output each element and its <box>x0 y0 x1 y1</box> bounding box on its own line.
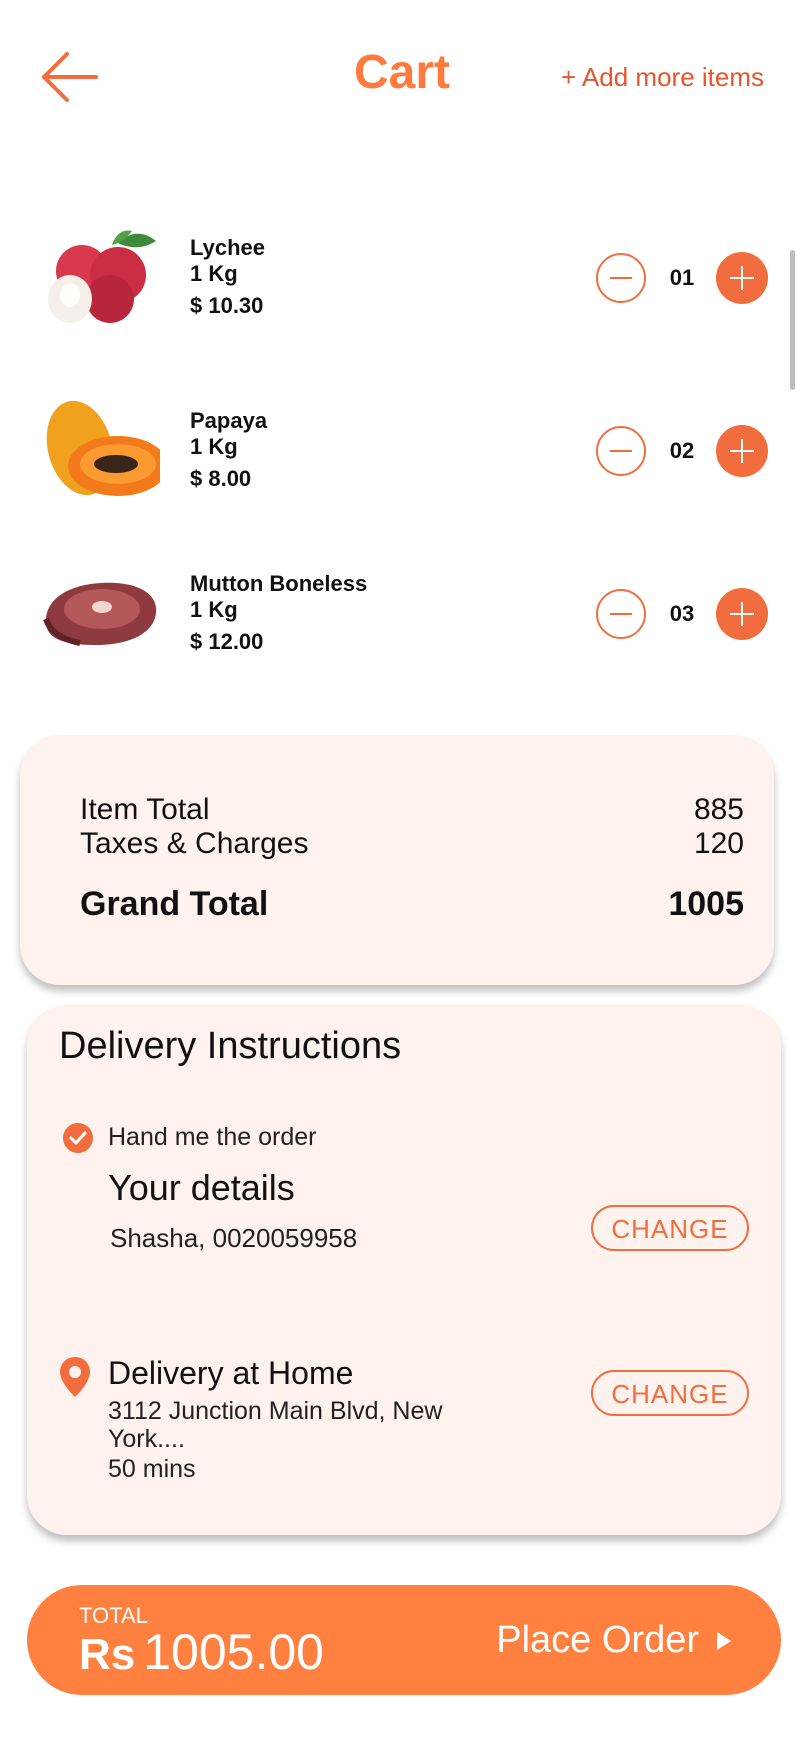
item-quantity: 01 <box>669 265 695 290</box>
taxes-row: Taxes & Charges 120 <box>80 827 744 861</box>
cart-item: Mutton Boneless 1 Kg $ 12.00 03 <box>0 561 804 681</box>
increase-quantity-button[interactable] <box>716 588 768 640</box>
item-price: $ 12.00 <box>190 629 264 654</box>
mutton-image <box>43 582 157 646</box>
item-price: $ 10.30 <box>190 293 264 318</box>
item-name: Papaya <box>190 408 268 433</box>
delivery-heading: Delivery Instructions <box>59 1025 402 1067</box>
cart-item: Lychee 1 Kg $ 10.30 01 <box>0 225 804 345</box>
grand-total-row: Grand Total 1005 <box>80 885 744 924</box>
item-total-label: Item Total <box>80 793 210 826</box>
grand-total-value: 1005 <box>668 885 744 923</box>
item-price: $ 8.00 <box>190 466 252 491</box>
decrease-quantity-button[interactable] <box>596 253 646 303</box>
increase-quantity-button[interactable] <box>716 425 768 477</box>
total-amount-value: 1005.00 <box>143 1624 324 1680</box>
item-weight: 1 Kg <box>190 434 238 459</box>
scrollbar[interactable] <box>790 250 795 390</box>
place-order-bar[interactable]: TOTAL Rs 1005.00 Place Order <box>27 1585 781 1695</box>
papaya-image <box>46 400 160 496</box>
delivery-address: 3112 Junction Main Blvd, New York.... <box>108 1397 443 1453</box>
delivery-instructions-card: Delivery Instructions Hand me the order … <box>27 1005 781 1535</box>
item-quantity: 03 <box>669 601 695 626</box>
item-name: Mutton Boneless <box>190 571 368 596</box>
currency-symbol: Rs <box>79 1630 136 1679</box>
your-details-value: Shasha, 0020059958 <box>110 1223 358 1253</box>
your-details-title: Your details <box>108 1167 295 1208</box>
item-total-value: 885 <box>693 793 744 826</box>
lychee-image <box>48 230 156 323</box>
total-amount: Rs 1005.00 <box>79 1623 324 1681</box>
add-more-items-link[interactable]: + Add more items <box>561 62 764 93</box>
decrease-quantity-button[interactable] <box>596 426 646 476</box>
delivery-at-text: Delivery at <box>108 1355 260 1391</box>
delivery-eta: 50 mins <box>108 1455 196 1483</box>
decrease-quantity-button[interactable] <box>596 589 646 639</box>
place-order-label: Place Order <box>496 1619 699 1661</box>
item-total-row: Item Total 885 <box>80 793 744 827</box>
change-address-button[interactable]: CHANGE <box>591 1370 749 1416</box>
grand-total-label: Grand Total <box>80 885 269 923</box>
cart-item: Papaya 1 Kg $ 8.00 02 <box>0 398 804 518</box>
place-order-button[interactable]: Place Order <box>496 1619 731 1662</box>
item-name: Lychee <box>190 235 266 260</box>
delivery-at-label: Delivery at Home <box>108 1355 353 1392</box>
taxes-label: Taxes & Charges <box>80 827 309 860</box>
delivery-location: Home <box>268 1355 354 1391</box>
taxes-value: 120 <box>693 827 744 860</box>
item-weight: 1 Kg <box>190 597 238 622</box>
increase-quantity-button[interactable] <box>716 252 768 304</box>
item-weight: 1 Kg <box>190 261 238 286</box>
location-pin-icon <box>60 1357 90 1397</box>
hand-me-order-label: Hand me the order <box>108 1123 317 1151</box>
change-details-button[interactable]: CHANGE <box>591 1205 749 1251</box>
play-arrow-icon <box>717 1631 731 1650</box>
totals-card: Item Total 885 Taxes & Charges 120 Grand… <box>20 735 774 985</box>
check-icon[interactable] <box>63 1123 93 1153</box>
item-quantity: 02 <box>669 438 695 463</box>
